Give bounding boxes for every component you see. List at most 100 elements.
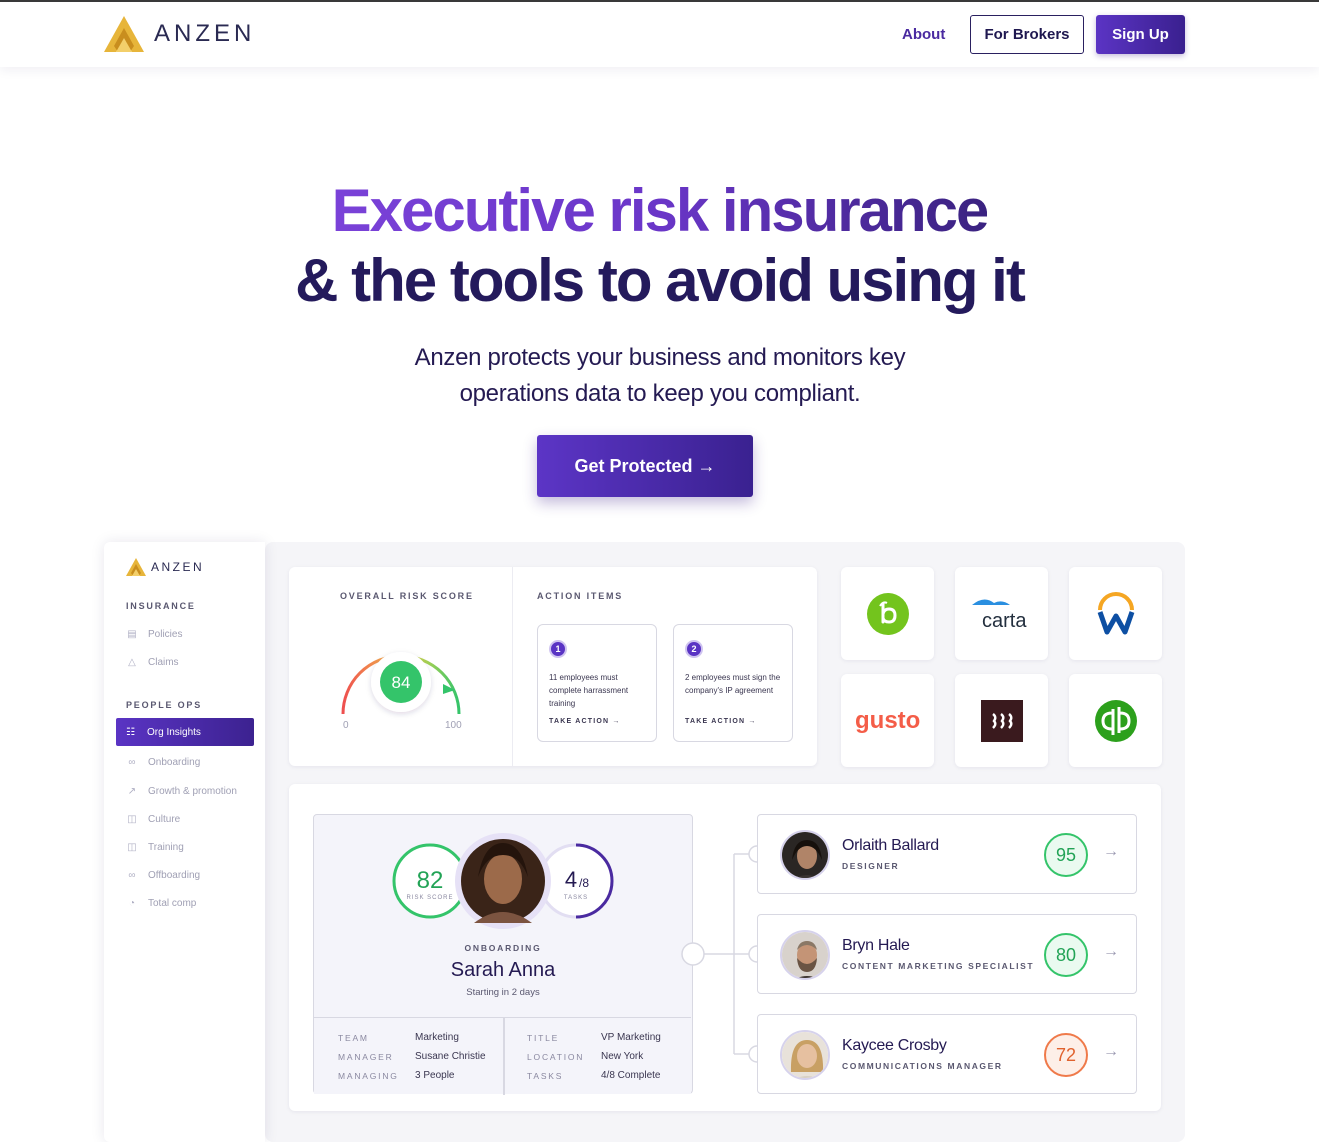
arrow-right-icon[interactable]: → bbox=[1103, 843, 1119, 861]
report-row[interactable]: Kaycee Crosby COMMUNICATIONS MANAGER 72 … bbox=[757, 1014, 1137, 1094]
integration-bamboohr[interactable] bbox=[841, 567, 934, 660]
report-name: Kaycee Crosby bbox=[842, 1037, 947, 1054]
sidebar-item-culture[interactable]: ◫ Culture bbox=[126, 810, 180, 828]
sidebar-brand-wordmark: ANZEN bbox=[151, 560, 205, 574]
detail-location-key: LOCATION bbox=[527, 1052, 585, 1062]
unlink-icon: ∞ bbox=[128, 869, 136, 881]
gusto-wordmark: gusto bbox=[855, 707, 920, 734]
for-brokers-button[interactable]: For Brokers bbox=[970, 15, 1084, 54]
gauge-max-label: 100 bbox=[445, 720, 462, 731]
sidebar-item-claims[interactable]: △ Claims bbox=[126, 653, 178, 671]
profile-name: Sarah Anna bbox=[451, 959, 556, 981]
detail-managing-key: MANAGING bbox=[338, 1071, 399, 1081]
card-divider bbox=[512, 567, 513, 766]
anzen-mark-icon bbox=[104, 16, 144, 52]
pie-icon: ◔ bbox=[128, 897, 136, 909]
detail-manager-key: MANAGER bbox=[338, 1052, 394, 1062]
report-score-badge: 95 bbox=[1044, 833, 1088, 877]
report-score-badge: 72 bbox=[1044, 1033, 1088, 1077]
integration-workday[interactable] bbox=[1069, 567, 1162, 660]
workday-logo-icon bbox=[1097, 591, 1134, 634]
action-item-text: 2 employees must sign the company's IP a… bbox=[685, 673, 781, 695]
document-icon: ▤ bbox=[127, 628, 137, 640]
detail-tasks-value: 4/8 Complete bbox=[601, 1070, 661, 1081]
profile-tasks-label: TASKS bbox=[564, 895, 588, 901]
warning-icon: △ bbox=[128, 656, 136, 668]
detail-manager-value: Susane Christie bbox=[415, 1051, 486, 1062]
sign-up-button[interactable]: Sign Up bbox=[1096, 15, 1185, 54]
detail-managing-value: 3 People bbox=[415, 1070, 455, 1081]
action-items-label: ACTION ITEMS bbox=[537, 591, 624, 601]
sidebar-item-growth[interactable]: ↗ Growth & promotion bbox=[126, 782, 237, 800]
avatar bbox=[780, 930, 830, 980]
avatar bbox=[780, 1030, 830, 1080]
sidebar-item-training[interactable]: ◫ Training bbox=[126, 838, 184, 856]
bamboohr-logo-icon bbox=[866, 592, 909, 635]
anzen-mark-icon bbox=[126, 558, 146, 576]
report-name: Bryn Hale bbox=[842, 937, 910, 954]
anzen-logo[interactable]: ANZEN bbox=[104, 16, 255, 52]
action-item-number: 1 bbox=[549, 640, 567, 658]
gauge-min-label: 0 bbox=[343, 720, 349, 731]
integration-rippling[interactable] bbox=[955, 674, 1048, 767]
nav-about-link[interactable]: About bbox=[902, 26, 945, 43]
report-row[interactable]: Bryn Hale CONTENT MARKETING SPECIALIST 8… bbox=[757, 914, 1137, 994]
sidebar-item-label: Growth & promotion bbox=[148, 785, 237, 797]
arrow-right-icon[interactable]: → bbox=[1103, 943, 1119, 961]
detail-location-value: New York bbox=[601, 1051, 644, 1062]
sidebar-item-label: Training bbox=[148, 841, 184, 853]
carta-wordmark: carta bbox=[982, 610, 1027, 631]
action-item-card[interactable]: 1 11 employees must complete harrassment… bbox=[537, 624, 657, 742]
report-role: COMMUNICATIONS MANAGER bbox=[842, 1061, 1003, 1071]
sidebar-item-org-insights[interactable]: ☷ Org Insights bbox=[116, 718, 254, 746]
hero-subtitle: Anzen protects your business and monitor… bbox=[414, 344, 906, 407]
sidebar-item-label: Org Insights bbox=[147, 726, 201, 738]
sidebar-item-total-comp[interactable]: ◔ Total comp bbox=[126, 894, 196, 912]
sidebar-section-insurance: INSURANCE bbox=[126, 601, 196, 611]
employee-profile-card[interactable]: 82 RISK SCORE 4 /8 TASKS ONBOARDING Sara… bbox=[313, 814, 693, 1095]
profile-start: Starting in 2 days bbox=[466, 987, 540, 998]
top-nav: ANZEN About For Brokers Sign Up bbox=[0, 2, 1319, 67]
trend-icon: ↗ bbox=[127, 785, 137, 797]
briefcase-icon: ◫ bbox=[127, 813, 137, 825]
take-action-link[interactable]: TAKE ACTION → bbox=[685, 718, 757, 725]
integration-gusto[interactable]: gusto bbox=[841, 674, 934, 767]
profile-status: ONBOARDING bbox=[464, 943, 541, 953]
rippling-logo-icon bbox=[980, 699, 1023, 742]
details-divider bbox=[503, 1018, 505, 1095]
hero-title-gradient-text: Executive risk insurance bbox=[331, 177, 990, 244]
action-item-number: 2 bbox=[685, 640, 703, 658]
gusto-logo-icon: gusto bbox=[855, 707, 920, 734]
report-role: DESIGNER bbox=[842, 861, 900, 871]
dashboard-sidebar: ANZEN INSURANCE ▤ Policies △ Claims PEOP… bbox=[104, 542, 265, 1142]
report-name: Orlaith Ballard bbox=[842, 837, 939, 854]
integration-carta[interactable]: carta bbox=[955, 567, 1048, 660]
profile-tasks-done: 4 bbox=[565, 867, 577, 892]
detail-tasks-key: TASKS bbox=[527, 1071, 564, 1081]
avatar bbox=[780, 830, 830, 880]
arrow-right-icon[interactable]: → bbox=[1103, 1043, 1119, 1061]
sidebar-logo[interactable]: ANZEN bbox=[126, 558, 204, 576]
profile-tasks-total: /8 bbox=[579, 876, 589, 890]
carta-logo-icon: carta bbox=[971, 598, 1027, 631]
integration-quickbooks[interactable] bbox=[1069, 674, 1162, 767]
action-item-card[interactable]: 2 2 employees must sign the company's IP… bbox=[673, 624, 793, 742]
hero-title-line1: Executive risk insurance bbox=[0, 178, 1319, 244]
action-item-text: 11 employees must complete harrassment t… bbox=[549, 673, 629, 708]
sidebar-item-label: Total comp bbox=[148, 897, 197, 909]
sidebar-item-onboarding[interactable]: ∞ Onboarding bbox=[126, 753, 200, 771]
sidebar-item-policies[interactable]: ▤ Policies bbox=[126, 625, 182, 643]
brand-wordmark: ANZEN bbox=[154, 20, 256, 47]
presentation-icon: ◫ bbox=[127, 841, 137, 853]
get-protected-button[interactable]: Get Protected → bbox=[537, 435, 753, 497]
detail-team-value: Marketing bbox=[415, 1032, 459, 1043]
hero-title-line2: & the tools to avoid using it bbox=[295, 247, 1026, 314]
sidebar-item-label: Offboarding bbox=[148, 869, 201, 881]
profile-details: TEAM Marketing MANAGER Susane Christie M… bbox=[314, 1017, 691, 1095]
profile-risk-score: 82 bbox=[417, 867, 444, 894]
take-action-link[interactable]: TAKE ACTION → bbox=[549, 718, 621, 725]
sidebar-item-offboarding[interactable]: ∞ Offboarding bbox=[126, 866, 200, 884]
gauge-score-text: 84 bbox=[392, 673, 411, 692]
report-row[interactable]: Orlaith Ballard DESIGNER 95 → bbox=[757, 814, 1137, 894]
sidebar-item-label: Onboarding bbox=[148, 756, 201, 768]
